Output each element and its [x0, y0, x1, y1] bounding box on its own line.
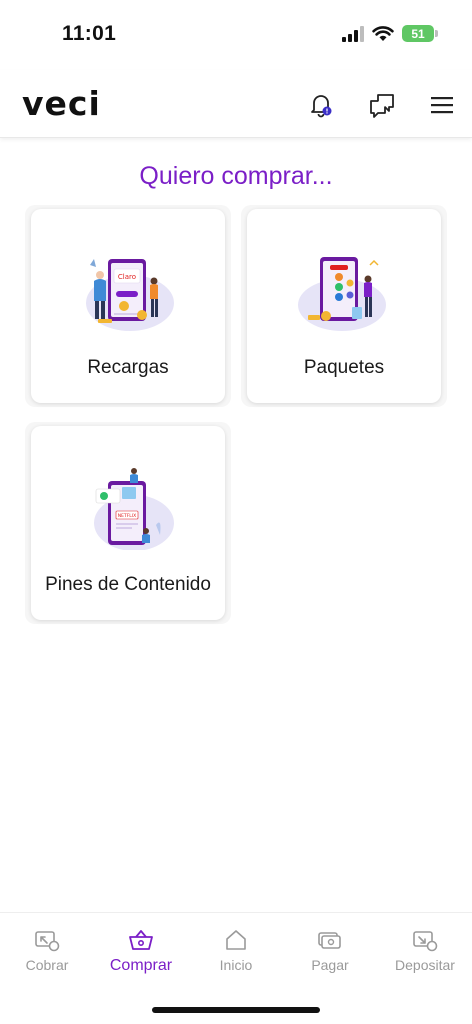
recargas-label: Recargas [87, 357, 169, 378]
paquetes-card[interactable]: Paquetes [247, 209, 441, 403]
menu-button[interactable] [427, 90, 457, 120]
pines-card-wrapper: NETFLIX Pines de Contenido [25, 422, 231, 624]
nav-depositar[interactable]: Depositar [378, 927, 472, 987]
hamburger-menu-icon [431, 97, 453, 114]
nav-comprar-label: Comprar [109, 957, 173, 974]
cobrar-icon [35, 931, 60, 952]
wifi-icon [372, 25, 394, 41]
nav-pagar-label: Pagar [311, 957, 349, 973]
pines-de-contenido-card[interactable]: NETFLIX Pines de Contenido [31, 426, 225, 620]
content-pins-illustration-icon: NETFLIX [94, 468, 174, 550]
pines-de-contenido-label: Pines de Contenido [45, 574, 211, 595]
app-logo: veci [22, 84, 101, 123]
nav-depositar-label: Depositar [395, 957, 455, 973]
recharge-illustration-icon: Claro [86, 259, 174, 331]
nav-comprar[interactable]: Comprar [94, 927, 188, 987]
paquetes-card-wrapper: Paquetes [241, 205, 447, 407]
claro-logo-text: Claro [118, 273, 136, 281]
depositar-icon [413, 931, 438, 952]
messages-button[interactable] [367, 90, 397, 120]
nav-cobrar[interactable]: Cobrar [0, 927, 94, 987]
cellular-signal-icon [342, 25, 364, 42]
packages-illustration-icon [298, 257, 386, 331]
nav-pagar[interactable]: Pagar [283, 927, 377, 987]
battery-icon: 51 [402, 25, 438, 42]
status-bar: 11:01 51 [0, 0, 472, 70]
notifications-button[interactable] [306, 90, 336, 120]
basket-icon [129, 930, 153, 950]
battery-level: 51 [411, 26, 425, 41]
nav-cobrar-label: Cobrar [25, 957, 69, 973]
bell-icon [311, 95, 332, 118]
netflix-logo-text: NETFLIX [118, 513, 136, 519]
status-time: 11:01 [62, 22, 117, 45]
recargas-card[interactable]: Claro Recargas [31, 209, 225, 403]
chat-icon [370, 94, 394, 118]
recargas-card-wrapper: Claro Recargas [25, 205, 231, 407]
nav-inicio-label: Inicio [219, 957, 253, 973]
nav-inicio[interactable]: Inicio [189, 927, 283, 987]
pagar-icon [318, 932, 341, 949]
page-title: Quiero comprar... [139, 162, 333, 190]
app-header: veci [0, 70, 472, 138]
paquetes-label: Paquetes [303, 357, 385, 378]
home-indicator [152, 1007, 320, 1013]
home-icon [226, 930, 246, 950]
status-icons: 51 [342, 25, 438, 42]
